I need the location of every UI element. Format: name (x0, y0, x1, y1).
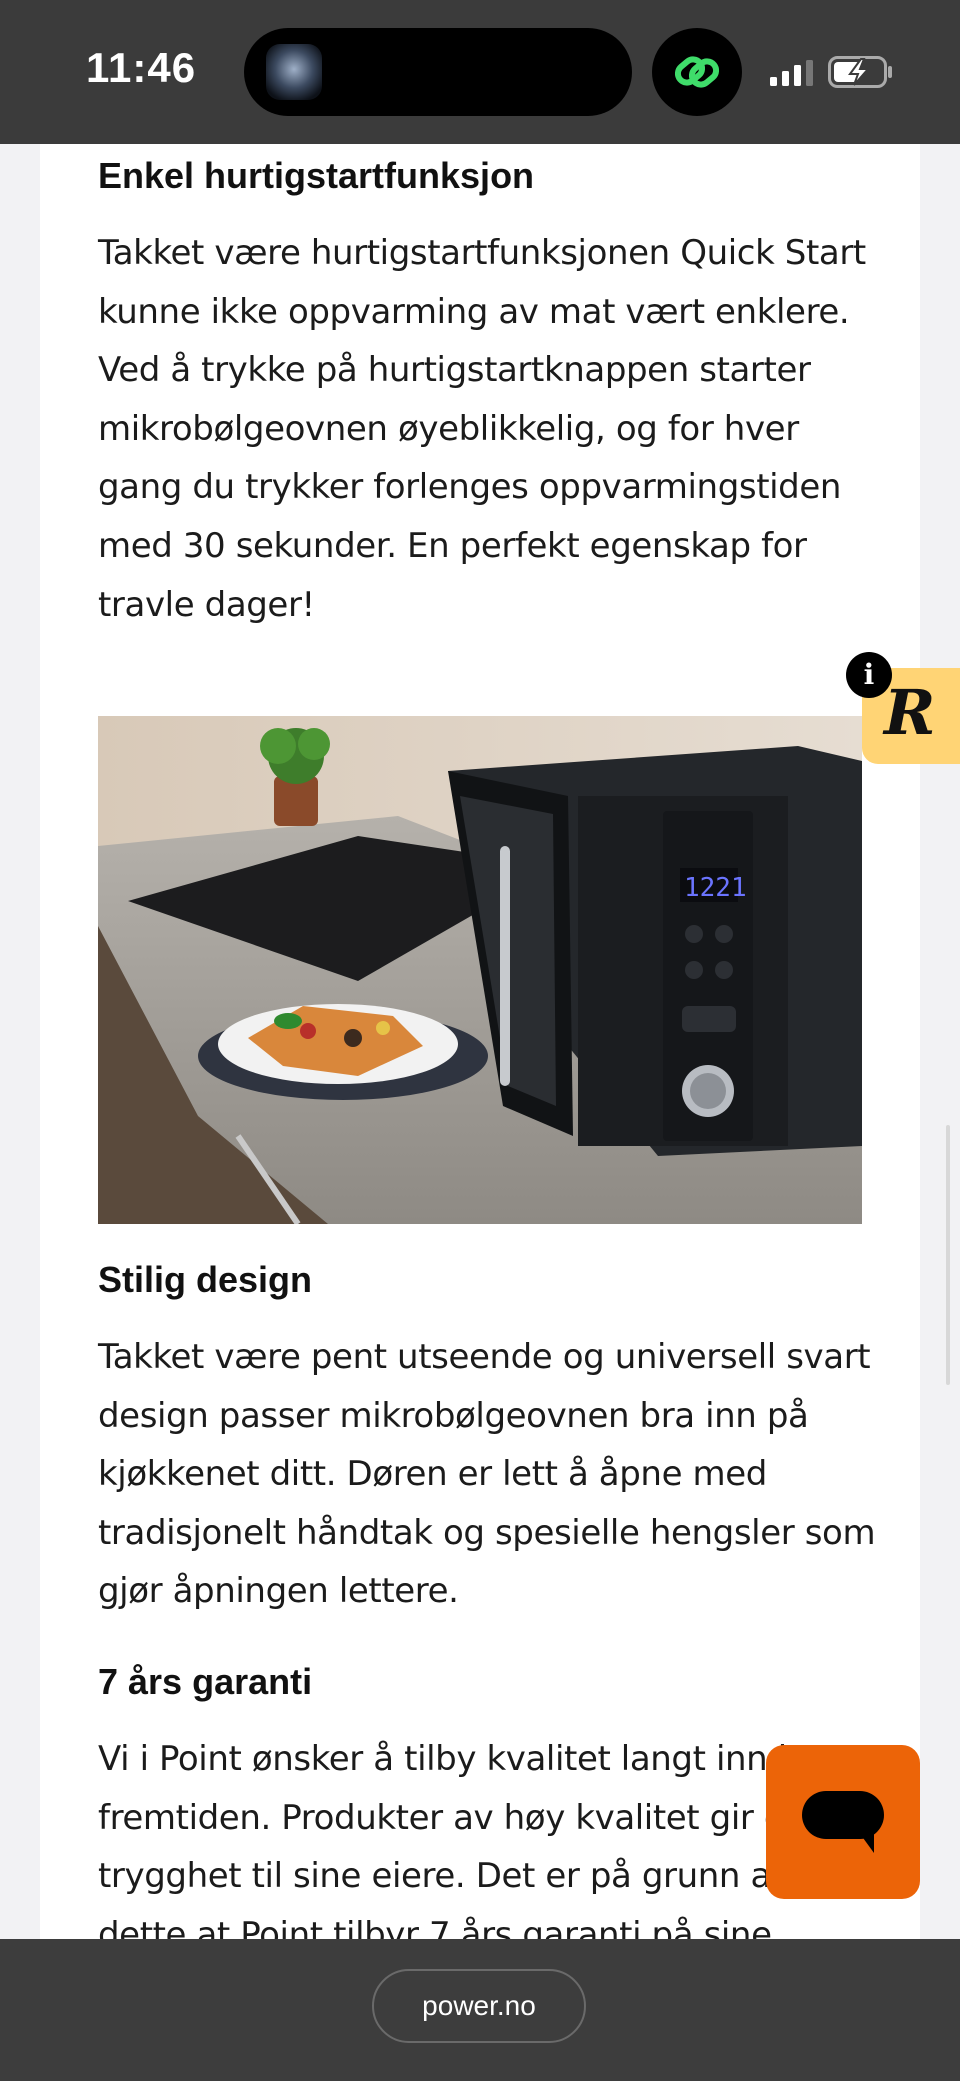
section-body: Vi i Point ønsker å tilby kvalitet langt… (98, 1739, 838, 1939)
chat-button[interactable] (766, 1745, 920, 1899)
battery-charging-icon (828, 56, 892, 88)
chat-bubble-icon (802, 1791, 884, 1853)
status-bar: 11:46 (0, 0, 960, 144)
dynamic-island-activity[interactable] (652, 28, 742, 116)
section-body: Takket være pent utseende og universell … (98, 1337, 876, 1612)
cellular-signal-icon (770, 60, 813, 86)
now-playing-thumbnail[interactable] (266, 44, 322, 100)
scroll-indicator[interactable] (946, 1125, 950, 1385)
microwave-display: 1221 (684, 873, 747, 903)
section-heading: 7 års garanti (98, 1661, 313, 1702)
section-heading: Stilig design (98, 1259, 313, 1300)
microwave-photo: 1221 (98, 716, 862, 1224)
status-time: 11:46 (86, 44, 197, 91)
info-icon[interactable]: i (846, 652, 892, 698)
section-body: Takket være hurtigstartfunksjonen Quick … (98, 233, 866, 625)
article-card: Enkel hurtigstartfunksjon Takket være hu… (40, 144, 920, 1939)
browser-bottom-bar: power.no (0, 1939, 960, 2081)
link-icon (674, 56, 720, 88)
reviews-logo-icon: R (884, 676, 936, 749)
product-image-microwave: 1221 (98, 716, 862, 1224)
dynamic-island[interactable] (244, 28, 632, 116)
section-heading: Enkel hurtigstartfunksjon (98, 155, 535, 196)
address-bar[interactable]: power.no (372, 1969, 586, 2043)
